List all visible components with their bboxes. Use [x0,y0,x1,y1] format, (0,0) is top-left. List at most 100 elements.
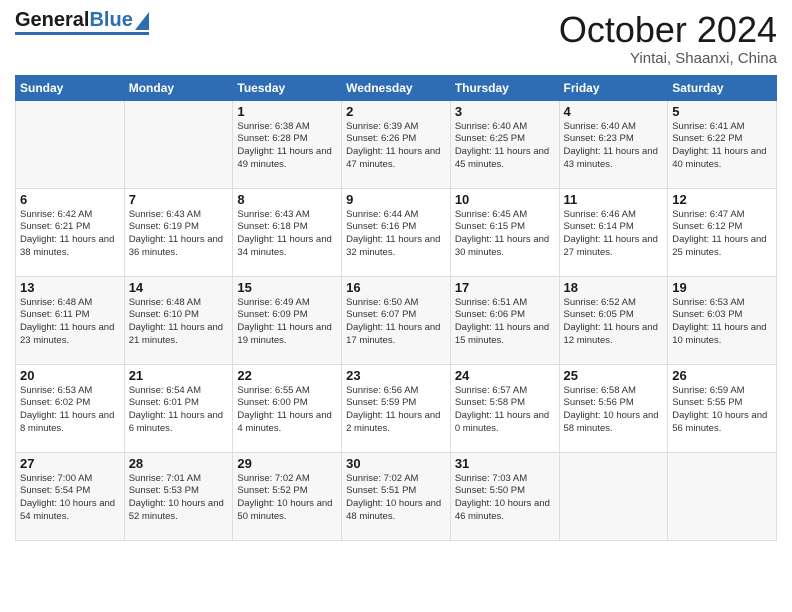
day-number: 4 [564,104,664,119]
calendar-cell [124,100,233,188]
calendar-cell: 27 Sunrise: 7:00 AMSunset: 5:54 PMDayligh… [16,452,125,540]
calendar-cell [16,100,125,188]
day-number: 30 [346,456,446,471]
cell-info: Sunrise: 6:47 AMSunset: 6:12 PMDaylight:… [672,209,772,260]
calendar-cell: 28 Sunrise: 7:01 AMSunset: 5:53 PMDayligh… [124,452,233,540]
calendar-page: GeneralBlue October 2024 Yintai, Shaanxi… [0,0,792,612]
cell-info: Sunrise: 7:02 AMSunset: 5:52 PMDaylight:… [237,473,337,524]
cell-info: Sunrise: 6:53 AMSunset: 6:03 PMDaylight:… [672,297,772,348]
calendar-cell: 24Sunrise: 6:57 AMSunset: 5:58 PMDayligh… [450,364,559,452]
calendar-header: Sunday Monday Tuesday Wednesday Thursday… [16,75,777,100]
day-number: 11 [564,192,664,207]
calendar-cell: 14 Sunrise: 6:48 AMSunset: 6:10 PMDayligh… [124,276,233,364]
calendar-cell: 25 Sunrise: 6:58 AMSunset: 5:56 PMDayligh… [559,364,668,452]
cell-info: Sunrise: 6:45 AMSunset: 6:15 PMDaylight:… [455,209,555,260]
header: GeneralBlue October 2024 Yintai, Shaanxi… [15,10,777,67]
calendar-cell: 23 Sunrise: 6:56 AMSunset: 5:59 PMDayligh… [342,364,451,452]
week-row-5: 27 Sunrise: 7:00 AMSunset: 5:54 PMDayligh… [16,452,777,540]
cell-info: Sunrise: 6:49 AMSunset: 6:09 PMDaylight:… [237,297,337,348]
calendar-cell: 30 Sunrise: 7:02 AMSunset: 5:51 PMDayligh… [342,452,451,540]
calendar-cell: 11 Sunrise: 6:46 AMSunset: 6:14 PMDayligh… [559,188,668,276]
day-number: 1 [237,104,337,119]
logo-flag-icon [135,12,149,30]
day-number: 15 [237,280,337,295]
calendar-cell [668,452,777,540]
calendar-cell: 9 Sunrise: 6:44 AMSunset: 6:16 PMDaylight… [342,188,451,276]
calendar-cell: 22Sunrise: 6:55 AMSunset: 6:00 PMDayligh… [233,364,342,452]
cell-info: Sunrise: 7:01 AMSunset: 5:53 PMDaylight:… [129,473,229,524]
day-number: 28 [129,456,229,471]
calendar-cell: 7Sunrise: 6:43 AMSunset: 6:19 PMDaylight… [124,188,233,276]
cell-info: Sunrise: 6:57 AMSunset: 5:58 PMDaylight:… [455,385,555,436]
calendar-cell: 19 Sunrise: 6:53 AMSunset: 6:03 PMDayligh… [668,276,777,364]
col-friday: Friday [559,75,668,100]
cell-info: Sunrise: 6:40 AMSunset: 6:23 PMDaylight:… [564,121,664,172]
calendar-cell: 10 Sunrise: 6:45 AMSunset: 6:15 PMDayligh… [450,188,559,276]
calendar-cell: 5Sunrise: 6:41 AMSunset: 6:22 PMDaylight… [668,100,777,188]
day-number: 9 [346,192,446,207]
logo: GeneralBlue [15,10,149,35]
calendar-cell: 31Sunrise: 7:03 AMSunset: 5:50 PMDayligh… [450,452,559,540]
cell-info: Sunrise: 6:42 AMSunset: 6:21 PMDaylight:… [20,209,120,260]
cell-info: Sunrise: 6:51 AMSunset: 6:06 PMDaylight:… [455,297,555,348]
day-number: 14 [129,280,229,295]
week-row-3: 13Sunrise: 6:48 AMSunset: 6:11 PMDayligh… [16,276,777,364]
day-number: 17 [455,280,555,295]
cell-info: Sunrise: 6:48 AMSunset: 6:11 PMDaylight:… [20,297,120,348]
cell-info: Sunrise: 6:40 AMSunset: 6:25 PMDaylight:… [455,121,555,172]
day-number: 3 [455,104,555,119]
cell-info: Sunrise: 6:43 AMSunset: 6:18 PMDaylight:… [237,209,337,260]
cell-info: Sunrise: 6:44 AMSunset: 6:16 PMDaylight:… [346,209,446,260]
calendar-cell [559,452,668,540]
cell-info: Sunrise: 6:46 AMSunset: 6:14 PMDaylight:… [564,209,664,260]
day-number: 8 [237,192,337,207]
calendar-cell: 1Sunrise: 6:38 AMSunset: 6:28 PMDaylight… [233,100,342,188]
day-number: 6 [20,192,120,207]
day-number: 18 [564,280,664,295]
calendar-cell: 21Sunrise: 6:54 AMSunset: 6:01 PMDayligh… [124,364,233,452]
cell-info: Sunrise: 6:52 AMSunset: 6:05 PMDaylight:… [564,297,664,348]
location: Yintai, Shaanxi, China [559,50,777,67]
calendar-cell: 20Sunrise: 6:53 AMSunset: 6:02 PMDayligh… [16,364,125,452]
day-number: 26 [672,368,772,383]
month-title: October 2024 [559,10,777,50]
cell-info: Sunrise: 6:50 AMSunset: 6:07 PMDaylight:… [346,297,446,348]
calendar-cell: 17 Sunrise: 6:51 AMSunset: 6:06 PMDayligh… [450,276,559,364]
calendar-body: 1Sunrise: 6:38 AMSunset: 6:28 PMDaylight… [16,100,777,540]
calendar-cell: 26 Sunrise: 6:59 AMSunset: 5:55 PMDayligh… [668,364,777,452]
week-row-1: 1Sunrise: 6:38 AMSunset: 6:28 PMDaylight… [16,100,777,188]
cell-info: Sunrise: 6:59 AMSunset: 5:55 PMDaylight:… [672,385,772,436]
day-number: 22 [237,368,337,383]
day-number: 10 [455,192,555,207]
calendar-cell: 18 Sunrise: 6:52 AMSunset: 6:05 PMDayligh… [559,276,668,364]
col-tuesday: Tuesday [233,75,342,100]
cell-info: Sunrise: 6:58 AMSunset: 5:56 PMDaylight:… [564,385,664,436]
header-row: Sunday Monday Tuesday Wednesday Thursday… [16,75,777,100]
col-monday: Monday [124,75,233,100]
cell-info: Sunrise: 6:41 AMSunset: 6:22 PMDaylight:… [672,121,772,172]
cell-info: Sunrise: 6:56 AMSunset: 5:59 PMDaylight:… [346,385,446,436]
week-row-2: 6 Sunrise: 6:42 AMSunset: 6:21 PMDaylight… [16,188,777,276]
calendar-cell: 13Sunrise: 6:48 AMSunset: 6:11 PMDayligh… [16,276,125,364]
day-number: 7 [129,192,229,207]
calendar-cell: 3 Sunrise: 6:40 AMSunset: 6:25 PMDaylight… [450,100,559,188]
calendar-table: Sunday Monday Tuesday Wednesday Thursday… [15,75,777,541]
day-number: 27 [20,456,120,471]
cell-info: Sunrise: 6:48 AMSunset: 6:10 PMDaylight:… [129,297,229,348]
calendar-cell: 15 Sunrise: 6:49 AMSunset: 6:09 PMDayligh… [233,276,342,364]
day-number: 23 [346,368,446,383]
col-wednesday: Wednesday [342,75,451,100]
day-number: 2 [346,104,446,119]
day-number: 29 [237,456,337,471]
logo-wordmark: GeneralBlue [15,10,133,30]
day-number: 19 [672,280,772,295]
calendar-cell: 4 Sunrise: 6:40 AMSunset: 6:23 PMDaylight… [559,100,668,188]
day-number: 25 [564,368,664,383]
day-number: 21 [129,368,229,383]
day-number: 31 [455,456,555,471]
cell-info: Sunrise: 7:00 AMSunset: 5:54 PMDaylight:… [20,473,120,524]
col-sunday: Sunday [16,75,125,100]
cell-info: Sunrise: 7:02 AMSunset: 5:51 PMDaylight:… [346,473,446,524]
calendar-cell: 16Sunrise: 6:50 AMSunset: 6:07 PMDayligh… [342,276,451,364]
calendar-cell: 12Sunrise: 6:47 AMSunset: 6:12 PMDayligh… [668,188,777,276]
